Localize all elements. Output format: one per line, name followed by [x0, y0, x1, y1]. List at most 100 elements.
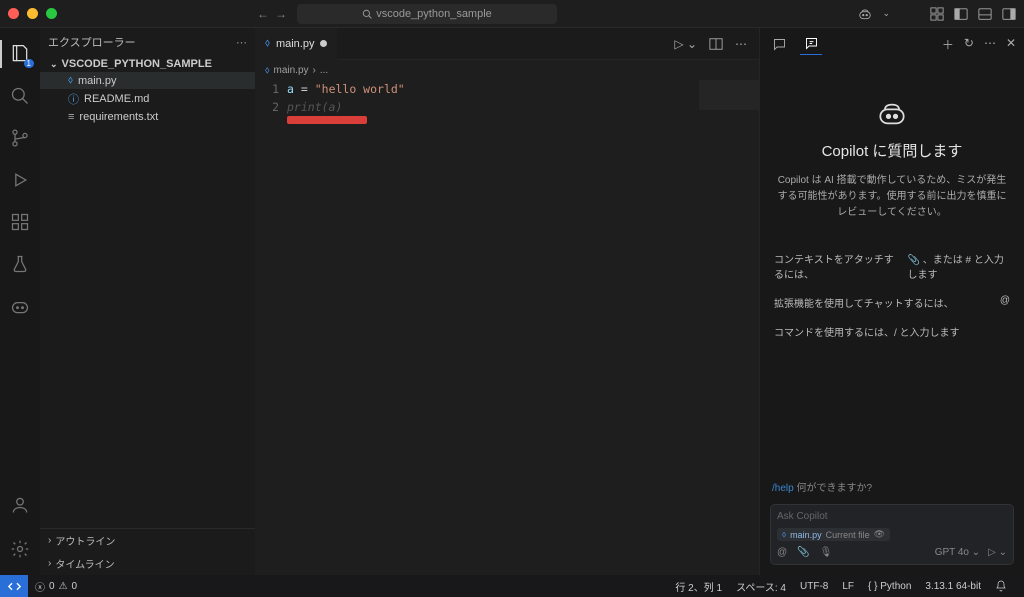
- copilot-status-icon[interactable]: [858, 7, 872, 21]
- cursor-position[interactable]: 行 2、列 1: [668, 579, 729, 594]
- python-icon: ⬨: [265, 65, 270, 76]
- notifications-icon[interactable]: [988, 579, 1014, 594]
- folder-header[interactable]: ⌄ VSCODE_PYTHON_SAMPLE: [40, 56, 255, 72]
- chip-file: main.py: [790, 530, 822, 540]
- more-icon[interactable]: ⋯: [735, 37, 747, 51]
- mention-icon[interactable]: @: [777, 547, 787, 558]
- error-icon: ⓧ: [35, 579, 45, 594]
- chat-icon: [772, 37, 787, 52]
- copilot-panel: ＋ ↻ ⋯ ✕ Copilot に質問します Copilot は AI 搭載で動…: [759, 28, 1024, 575]
- send-icon[interactable]: ▷ ⌄: [988, 547, 1007, 558]
- code-line: a = "hello world": [287, 80, 739, 98]
- chevron-right-icon: ›: [48, 535, 51, 546]
- testing-tab[interactable]: [0, 246, 40, 282]
- copilot-logo-icon: [878, 100, 906, 128]
- code-editor[interactable]: 1 2 a = "hello world" print(a): [255, 80, 759, 575]
- explorer-label: エクスプローラー: [48, 34, 136, 50]
- chevron-down-icon[interactable]: ⌄: [882, 8, 890, 19]
- breadcrumb[interactable]: ⬨ main.py › ...: [255, 60, 759, 80]
- search-icon: [362, 9, 372, 19]
- maximize-window-icon[interactable]: [46, 8, 57, 19]
- search-tab[interactable]: [0, 78, 40, 114]
- file-main-py[interactable]: ⬨ main.py: [40, 72, 255, 89]
- python-interpreter[interactable]: 3.13.1 64-bit: [918, 579, 988, 594]
- attach-icon: 📎: [908, 255, 920, 266]
- minimap[interactable]: [699, 80, 759, 120]
- warning-icon: ⚠: [59, 581, 68, 592]
- line-number: 1: [255, 80, 279, 98]
- chip-sub: Current file: [826, 530, 870, 540]
- settings-button[interactable]: [0, 531, 40, 567]
- eye-icon: 👁: [874, 529, 885, 540]
- panel-left-icon[interactable]: [954, 7, 968, 21]
- copilot-tab[interactable]: [0, 288, 40, 324]
- search-text: vscode_python_sample: [376, 8, 492, 20]
- close-icon[interactable]: ✕: [1006, 36, 1016, 53]
- language-status[interactable]: { } Python: [861, 579, 918, 594]
- flask-icon: [10, 254, 30, 274]
- file-label: README.md: [84, 93, 149, 105]
- remote-icon: [8, 580, 21, 593]
- status-bar: ⓧ0 ⚠0 行 2、列 1 スペース: 4 UTF-8 LF { } Pytho…: [0, 575, 1024, 597]
- split-editor-icon[interactable]: [709, 37, 723, 51]
- file-readme[interactable]: ⓘ README.md: [40, 89, 255, 109]
- branch-icon: [10, 128, 30, 148]
- remote-button[interactable]: [0, 575, 28, 597]
- info-icon: ⓘ: [68, 91, 79, 107]
- more-icon[interactable]: ⋯: [236, 36, 247, 49]
- breadcrumb-tail: ...: [320, 65, 328, 76]
- explorer-tab[interactable]: 1: [0, 36, 40, 72]
- timeline-section[interactable]: ›タイムライン: [40, 552, 255, 575]
- code-line-ghost: print(a): [287, 98, 739, 116]
- chevron-down-icon: ⌄: [50, 59, 58, 70]
- history-icon[interactable]: ↻: [964, 36, 974, 53]
- encoding-status[interactable]: UTF-8: [793, 579, 835, 594]
- run-button[interactable]: ▷ ⌄: [674, 37, 697, 51]
- mic-icon[interactable]: 🎙: [820, 547, 833, 558]
- explorer-badge: 1: [24, 59, 34, 68]
- account-icon: [10, 495, 30, 515]
- run-tab[interactable]: [0, 162, 40, 198]
- breadcrumb-file: main.py: [274, 65, 309, 76]
- play-bug-icon: [10, 170, 30, 190]
- indentation-status[interactable]: スペース: 4: [729, 579, 793, 594]
- gear-icon: [10, 539, 30, 559]
- text-file-icon: ≡: [68, 111, 74, 123]
- tab-label: main.py: [276, 38, 315, 50]
- search-icon: [10, 86, 30, 106]
- more-icon[interactable]: ⋯: [984, 36, 996, 53]
- activity-bar: 1: [0, 28, 40, 575]
- attach-icon[interactable]: 📎: [797, 547, 809, 558]
- scm-tab[interactable]: [0, 120, 40, 156]
- command-center[interactable]: vscode_python_sample: [297, 4, 557, 24]
- eol-status[interactable]: LF: [835, 579, 861, 594]
- tip-attach: コンテキストをアタッチするには、 📎 、または # と入力します: [774, 251, 1010, 281]
- chat-tab[interactable]: [768, 33, 790, 55]
- file-label: requirements.txt: [79, 111, 158, 123]
- extensions-tab[interactable]: [0, 204, 40, 240]
- nav-back-icon[interactable]: ←: [257, 7, 269, 21]
- tab-main-py[interactable]: ⬨ main.py: [255, 28, 337, 60]
- minimap-thumb[interactable]: [699, 80, 759, 110]
- copilot-desc: Copilot は AI 搭載で動作しているため、ミスが発生する可能性があります…: [774, 173, 1010, 221]
- edits-tab[interactable]: [800, 33, 822, 55]
- problems-status[interactable]: ⓧ0 ⚠0: [28, 579, 84, 594]
- file-requirements[interactable]: ≡ requirements.txt: [40, 109, 255, 125]
- panel-right-icon[interactable]: [1002, 7, 1016, 21]
- titlebar: ← → vscode_python_sample ⌄: [0, 0, 1024, 28]
- context-chip[interactable]: ⬨ main.py Current file 👁: [777, 528, 890, 541]
- outline-section[interactable]: ›アウトライン: [40, 529, 255, 552]
- layout-customizer-icon[interactable]: [930, 7, 944, 21]
- accounts-button[interactable]: [0, 487, 40, 523]
- new-chat-icon[interactable]: ＋: [942, 36, 954, 53]
- close-window-icon[interactable]: [8, 8, 19, 19]
- chat-input[interactable]: Ask Copilot ⬨ main.py Current file 👁 @ 📎…: [770, 504, 1014, 565]
- panel-bottom-icon[interactable]: [978, 7, 992, 21]
- extensions-icon: [10, 212, 30, 232]
- annotation-underline: [287, 116, 367, 124]
- minimize-window-icon[interactable]: [27, 8, 38, 19]
- model-picker[interactable]: GPT 4o ⌄: [935, 547, 980, 558]
- help-hint: /help 何ができますか?: [760, 473, 1024, 500]
- editor-group: ⬨ main.py ▷ ⌄ ⋯ ⬨ main.py › ... 1 2 a: [255, 28, 759, 575]
- nav-forward-icon[interactable]: →: [275, 7, 287, 21]
